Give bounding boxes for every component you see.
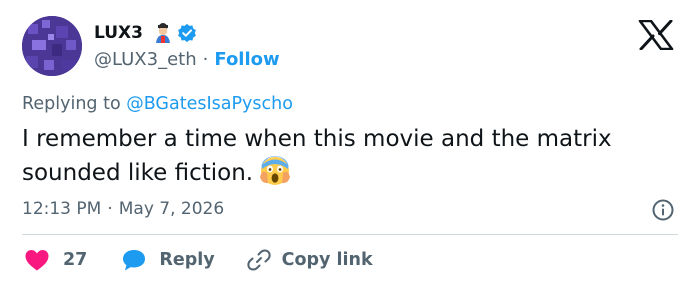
speech-bubble-icon bbox=[121, 248, 147, 272]
x-logo-icon[interactable] bbox=[637, 19, 675, 51]
divider bbox=[22, 234, 678, 235]
reply-to-handle-link[interactable]: @BGatesIsaPyscho bbox=[126, 94, 293, 114]
account-handle-row: @LUX3_eth · Follow bbox=[94, 49, 280, 70]
account-name-row: LUX3 bbox=[94, 22, 197, 44]
reply-button[interactable]: Reply bbox=[121, 248, 215, 272]
tweet-text-content: I remember a time when this movie and th… bbox=[22, 126, 612, 186]
link-icon bbox=[246, 247, 272, 273]
action-bar: 27 Reply Copy link bbox=[24, 246, 373, 274]
heart-icon bbox=[24, 248, 50, 272]
avatar[interactable] bbox=[22, 16, 82, 76]
account-handle[interactable]: @LUX3_eth bbox=[94, 49, 197, 70]
person-emoji-icon bbox=[153, 22, 173, 44]
screaming-face-emoji-icon bbox=[259, 155, 291, 187]
follow-button[interactable]: Follow bbox=[214, 49, 279, 70]
avatar-image bbox=[22, 16, 82, 76]
account-name[interactable]: LUX3 bbox=[94, 23, 143, 43]
like-count: 27 bbox=[63, 250, 88, 270]
copy-link-button[interactable]: Copy link bbox=[246, 247, 373, 273]
tweet-time: 12:13 PM bbox=[22, 199, 102, 219]
reply-prefix: Replying to bbox=[22, 94, 127, 114]
like-button[interactable]: 27 bbox=[24, 248, 87, 272]
info-icon[interactable] bbox=[651, 198, 675, 222]
reply-label: Reply bbox=[159, 250, 215, 270]
tweet-text: I remember a time when this movie and th… bbox=[22, 124, 687, 189]
timestamp-separator: · bbox=[107, 199, 113, 219]
tweet-timestamp[interactable]: 12:13 PM · May 7, 2026 bbox=[22, 199, 224, 219]
replying-to: Replying to @BGatesIsaPyscho bbox=[22, 94, 293, 114]
separator-dot: · bbox=[202, 49, 209, 70]
copy-link-label: Copy link bbox=[281, 250, 373, 270]
verified-badge-icon bbox=[177, 23, 197, 43]
tweet-date: May 7, 2026 bbox=[118, 199, 225, 219]
